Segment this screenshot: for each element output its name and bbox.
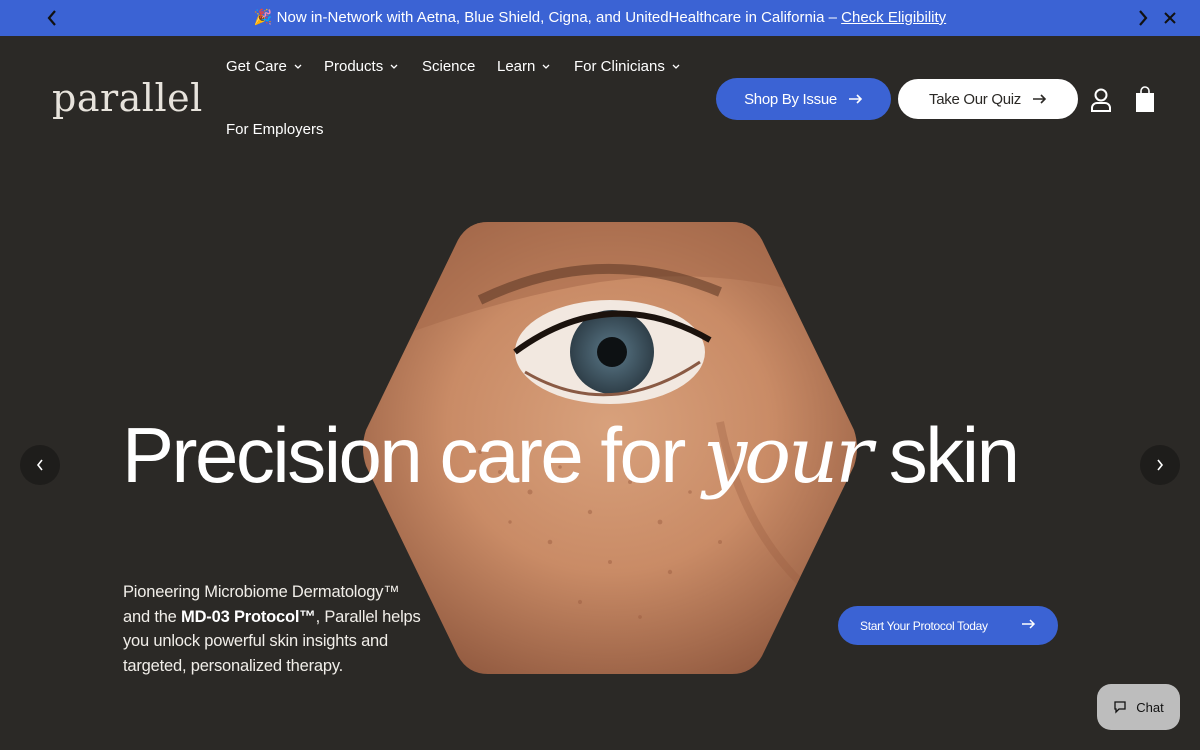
logo[interactable]: parallel — [52, 76, 203, 120]
nav-products[interactable]: Products — [324, 58, 398, 75]
shopping-bag-icon[interactable] — [1134, 85, 1156, 113]
arrow-right-icon — [848, 94, 863, 104]
start-protocol-label: Start Your Protocol Today — [860, 618, 988, 633]
chevron-down-icon — [672, 64, 680, 69]
nav-label: Learn — [497, 58, 536, 75]
headline-start: Precision care for — [122, 411, 686, 499]
close-icon — [1164, 12, 1176, 24]
hero-description: Pioneering Microbiome Dermatology™ and t… — [123, 580, 423, 678]
user-icon[interactable] — [1089, 87, 1113, 113]
nav-get-care[interactable]: Get Care — [226, 58, 302, 75]
nav-label: Products — [324, 58, 384, 75]
chevron-right-icon — [1139, 10, 1148, 26]
carousel-next-button[interactable] — [1140, 445, 1180, 485]
chevron-down-icon — [542, 64, 550, 69]
shop-by-issue-label: Shop By Issue — [744, 90, 837, 108]
chat-button[interactable]: Chat — [1097, 684, 1180, 730]
carousel-prev-button[interactable] — [20, 445, 60, 485]
announcement-close-button[interactable] — [1158, 6, 1182, 30]
hero-headline: Precision care for your skin — [122, 416, 1082, 495]
headline-script-word: your — [703, 411, 873, 501]
chevron-down-icon — [294, 64, 302, 69]
nav-label: For Clinicians — [574, 58, 665, 75]
announcement-text: Now in-Network with Aetna, Blue Shield, … — [276, 9, 837, 26]
take-quiz-button[interactable]: Take Our Quiz — [897, 78, 1079, 120]
check-eligibility-link[interactable]: Check Eligibility — [841, 9, 946, 26]
headline-end: skin — [888, 411, 1020, 499]
shop-by-issue-button[interactable]: Shop By Issue — [716, 78, 891, 120]
party-emoji: 🎉 — [253, 9, 273, 26]
chat-label: Chat — [1136, 699, 1164, 715]
nav-label: Science — [422, 58, 476, 75]
chevron-right-icon — [1157, 459, 1164, 471]
nav-label: For Employers — [226, 121, 324, 138]
start-protocol-button[interactable]: Start Your Protocol Today — [838, 606, 1058, 645]
announcement-message: 🎉 Now in-Network with Aetna, Blue Shield… — [0, 8, 1200, 26]
take-quiz-label: Take Our Quiz — [929, 90, 1021, 108]
chevron-down-icon — [390, 64, 398, 69]
announcement-next-button[interactable] — [1131, 6, 1155, 30]
nav-for-clinicians[interactable]: For Clinicians — [574, 58, 680, 75]
nav-science[interactable]: Science — [422, 58, 475, 75]
hero-copy-bold: MD-03 Protocol™ — [181, 607, 316, 626]
arrow-right-icon — [1022, 619, 1036, 629]
nav-learn[interactable]: Learn — [497, 58, 550, 75]
nav-for-employers[interactable]: For Employers — [226, 121, 324, 138]
arrow-right-icon — [1032, 94, 1047, 104]
announcement-bar: 🎉 Now in-Network with Aetna, Blue Shield… — [0, 0, 1200, 36]
nav-label: Get Care — [226, 58, 287, 75]
chevron-left-icon — [36, 459, 43, 471]
chat-bubble-icon — [1114, 701, 1126, 714]
